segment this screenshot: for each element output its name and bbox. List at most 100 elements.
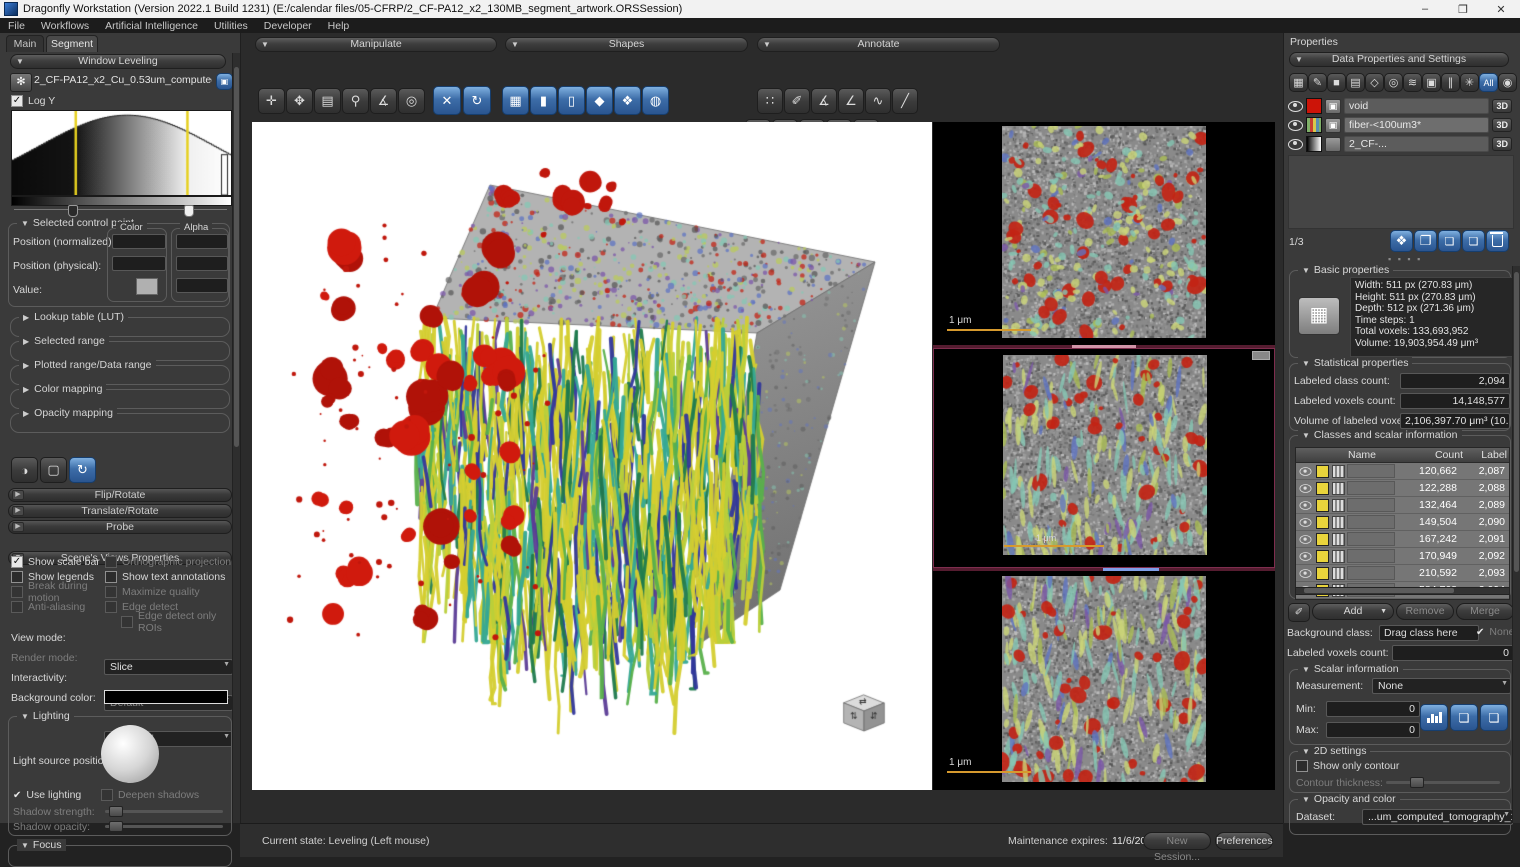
duplicate-button[interactable]: ❐ — [1414, 230, 1437, 252]
menu-file[interactable]: File — [0, 20, 33, 32]
leveling-histogram[interactable] — [11, 110, 232, 196]
class-name-cell[interactable] — [1347, 532, 1395, 546]
invert-lut-button[interactable]: ◑ — [11, 457, 38, 483]
slice-image[interactable] — [1002, 576, 1206, 782]
image-filter-icon[interactable]: ▣ — [1422, 73, 1441, 92]
menu-artificial-intelligence[interactable]: Artificial Intelligence — [97, 20, 206, 32]
class-row[interactable]: 210,5922,093 — [1296, 565, 1509, 582]
select-region-button[interactable]: ▢ — [40, 457, 67, 483]
section-plotted-range-data-range[interactable]: ▶Plotted range/Data range — [10, 365, 230, 385]
edit-filter-icon[interactable]: ✎ — [1308, 73, 1327, 92]
range-slider-handle-high[interactable] — [184, 205, 194, 217]
stack-filter-icon[interactable]: ≋ — [1403, 73, 1422, 92]
dataset-row[interactable]: ▣fiber-<100um3*3D — [1288, 116, 1512, 134]
labeled-voxels-field[interactable]: 0 — [1392, 645, 1514, 661]
hatch-filter-icon[interactable]: ∥ — [1441, 73, 1460, 92]
use-lighting-checkbox[interactable]: ✔ Use lighting — [13, 789, 81, 801]
cylinder-shape-icon[interactable]: ▯ — [558, 86, 585, 115]
scrollbar-thumb[interactable] — [1304, 588, 1454, 593]
dataset-color-swatch[interactable] — [1306, 117, 1322, 133]
sphere-shape-icon[interactable]: ◍ — [642, 86, 669, 115]
measure-icon[interactable]: ∡ — [370, 88, 397, 114]
color-pos-normalized-field[interactable] — [112, 234, 166, 249]
slice-view-middle[interactable]: 1 μm — [933, 348, 1275, 568]
tab-main[interactable]: Main — [6, 35, 44, 52]
class-color-swatch[interactable] — [1316, 499, 1329, 512]
visibility-eye-icon[interactable] — [1300, 518, 1312, 527]
menu-utilities[interactable]: Utilities — [206, 20, 256, 32]
region-filter-icon[interactable]: ■ — [1327, 73, 1346, 92]
reset-rotation-icon[interactable]: ↻ — [463, 86, 491, 115]
left-panel-scrollbar[interactable] — [232, 53, 240, 823]
checkbox-anti-aliasing[interactable]: Anti-aliasing — [11, 599, 105, 614]
class-row[interactable]: 149,5042,090 — [1296, 514, 1509, 531]
min-field[interactable]: 0 — [1326, 701, 1420, 717]
capsule-shape-icon[interactable]: ▮ — [530, 86, 557, 115]
slice-image[interactable] — [1002, 126, 1206, 338]
background-class-dropzone[interactable]: Drag class here — [1379, 625, 1479, 641]
menu-help[interactable]: Help — [320, 20, 358, 32]
alpha-pos-normalized-field[interactable] — [176, 234, 228, 249]
section-color-mapping[interactable]: ▶Color mapping — [10, 389, 230, 409]
slice-image[interactable] — [1003, 355, 1207, 555]
class-color-swatch[interactable] — [1316, 550, 1329, 563]
class-color-swatch[interactable] — [1316, 533, 1329, 546]
import-button[interactable]: ❏ — [1462, 230, 1485, 252]
shapes-toolbar-header[interactable]: ▼ Shapes — [505, 37, 748, 52]
checkbox-break-during-motion[interactable]: Break during motion — [11, 584, 105, 599]
view-mode-dropdown[interactable]: Slice▼ — [104, 659, 233, 675]
class-row[interactable]: 167,2422,091 — [1296, 531, 1509, 548]
right-panel-scrollbar[interactable] — [1512, 266, 1520, 823]
all-filter-button[interactable]: All — [1479, 73, 1498, 92]
table-h-scrollbar[interactable] — [1295, 587, 1510, 595]
preferences-button[interactable]: Preferences — [1215, 832, 1273, 850]
class-name-cell[interactable] — [1347, 515, 1395, 529]
color-value-swatch[interactable] — [136, 278, 158, 295]
checkbox-show-scale-bar[interactable]: ✓Show scale bar — [11, 554, 105, 569]
dataset-name[interactable]: 2_CF-... — [1344, 136, 1489, 152]
close-button[interactable]: ✕ — [1482, 0, 1520, 18]
class-name-cell[interactable] — [1347, 498, 1395, 512]
path-icon[interactable]: ∿ — [865, 88, 891, 114]
measurement-dropdown[interactable]: None▼ — [1372, 678, 1511, 694]
ruler-icon[interactable]: ✐ — [784, 88, 810, 114]
3d-badge[interactable]: 3D — [1492, 118, 1512, 132]
background-color-swatch[interactable] — [104, 690, 228, 704]
class-color-swatch[interactable] — [1316, 567, 1329, 580]
manipulate-toolbar-header[interactable]: ▼ Manipulate — [255, 37, 497, 52]
scalar-import-button[interactable]: ❏ — [1480, 704, 1508, 731]
checkbox-edge-detect-only-rois[interactable]: Edge detect only ROIs — [121, 614, 237, 629]
delete-button[interactable] — [1486, 230, 1509, 252]
contour-thickness-slider[interactable] — [1386, 781, 1500, 784]
box-shape-icon[interactable]: ▦ — [502, 86, 529, 115]
window-leveling-header[interactable]: ▼ Window Leveling — [10, 54, 226, 69]
class-row[interactable]: 120,6622,087 — [1296, 463, 1509, 480]
export-button[interactable]: ❏ — [1438, 230, 1461, 252]
visibility-eye-icon[interactable] — [1300, 552, 1312, 561]
class-row[interactable]: 132,4642,089 — [1296, 497, 1509, 514]
angle-icon[interactable]: ∡ — [811, 88, 837, 114]
add-class-button[interactable]: Add ▼ — [1312, 603, 1394, 620]
class-name-cell[interactable] — [1347, 464, 1395, 478]
annotation-filter-icon[interactable]: ◎ — [1384, 73, 1403, 92]
fit-to-screen-icon[interactable]: ✕ — [433, 86, 461, 115]
3d-viewport[interactable] — [252, 122, 932, 790]
clip-box-icon[interactable]: ▤ — [314, 88, 341, 114]
angle2-icon[interactable]: ∠ — [838, 88, 864, 114]
section-opacity-mapping[interactable]: ▶Opacity mapping — [10, 413, 230, 433]
section-selected-range[interactable]: ▶Selected range — [10, 341, 230, 361]
visibility-eye-icon[interactable] — [1300, 467, 1312, 476]
zoom-icon[interactable]: ⚲ — [342, 88, 369, 114]
mesh-filter-icon[interactable]: ◇ — [1365, 73, 1384, 92]
data-properties-header[interactable]: ▼ Data Properties and Settings — [1289, 52, 1509, 67]
crosshair-icon[interactable]: ✛ — [258, 88, 285, 114]
dataset-name[interactable]: void — [1344, 98, 1489, 114]
background-none-checkbox[interactable]: ✔ None — [1476, 626, 1515, 638]
shapes-button[interactable]: ❖ — [1390, 230, 1413, 252]
multiroi-filter-icon[interactable]: ▤ — [1346, 73, 1365, 92]
point-set-icon[interactable]: ∷ — [757, 88, 783, 114]
menu-workflows[interactable]: Workflows — [33, 20, 97, 32]
bar-translate-rotate[interactable]: ▶Translate/Rotate — [8, 504, 232, 518]
bar-probe[interactable]: ▶Probe — [8, 520, 232, 534]
class-row[interactable]: 122,2882,088 — [1296, 480, 1509, 497]
